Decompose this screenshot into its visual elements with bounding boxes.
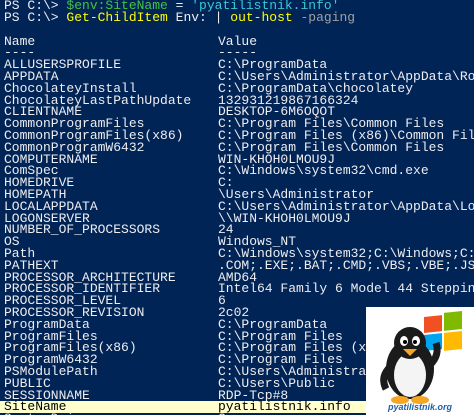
env-var-name: NUMBER_OF_PROCESSORS [4, 222, 161, 238]
site-logo: pyatilistnik.org [366, 307, 474, 415]
prompt-line-2: PS C:\> Get-ChildItem Env: | out-host -p… [0, 9, 474, 25]
env-var-value: Intel64 Family 6 Model 44 Stepping 2, [218, 281, 474, 297]
env-var-value: \\WIN-KHOH0LMOU9J [218, 210, 351, 226]
env-var-value: pyatilistnik.info [218, 399, 351, 415]
penguin-windows-logo-icon [380, 311, 462, 404]
cmdlet-name: Get-ChildItem [66, 9, 168, 25]
logo-text: pyatilistnik.org [387, 402, 452, 413]
powershell-console[interactable]: PS C:\> $env:SiteName = 'pyatilistnik.in… [0, 0, 474, 415]
prompt-prefix: PS C:\> [4, 9, 67, 25]
cmdlet-argument: Env: [167, 9, 215, 25]
cmdlet-parameter: -paging [300, 9, 356, 25]
cmdlet-name-2: out-host [222, 9, 301, 25]
env-var-value: C:\Windows\system32\cmd.exe [218, 163, 429, 179]
